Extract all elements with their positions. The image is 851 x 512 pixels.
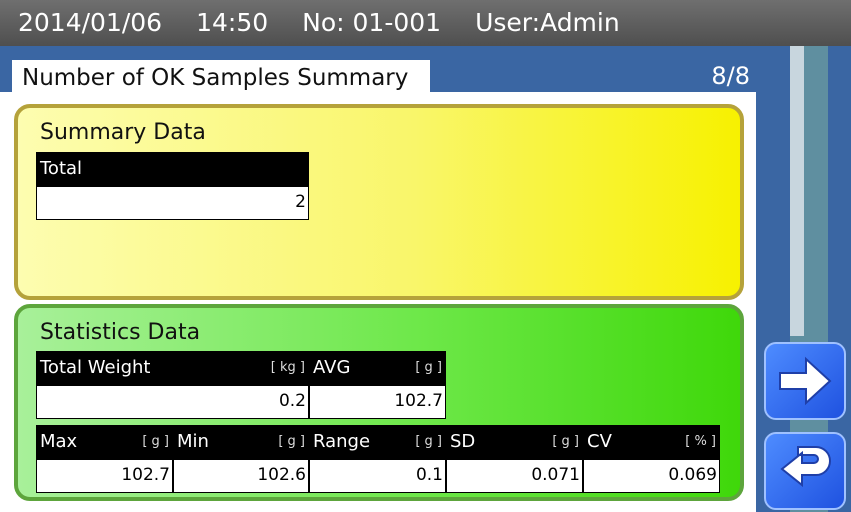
min-value: 102.6 xyxy=(173,459,309,493)
statistics-title: Statistics Data xyxy=(40,320,201,345)
avg-header: AVG [ g ] xyxy=(309,351,446,385)
statistics-panel: Statistics Data Total Weight [ kg ] AVG … xyxy=(14,304,744,501)
min-label: Min xyxy=(177,431,209,452)
summary-panel: Summary Data Total 2 xyxy=(14,104,744,300)
min-header: Min [ g ] xyxy=(173,425,309,459)
total-weight-unit: [ kg ] xyxy=(270,360,305,375)
page-title: Number of OK Samples Summary xyxy=(12,60,430,96)
max-unit: [ g ] xyxy=(142,434,169,449)
record-number: No: 01-001 xyxy=(302,8,442,37)
total-label: Total xyxy=(40,158,83,179)
max-header: Max [ g ] xyxy=(36,425,173,459)
max-label: Max xyxy=(40,431,78,452)
total-header: Total xyxy=(36,152,309,186)
range-header: Range [ g ] xyxy=(309,425,446,459)
status-bar: 2014/01/06 14:50 No: 01-001 User:Admin xyxy=(0,0,851,46)
time-text: 14:50 xyxy=(196,8,269,37)
min-unit: [ g ] xyxy=(278,434,305,449)
total-weight-value: 0.2 xyxy=(36,385,309,419)
range-value: 0.1 xyxy=(309,459,446,493)
total-weight-label: Total Weight xyxy=(40,357,151,378)
arrow-right-icon xyxy=(779,356,832,406)
sd-value: 0.071 xyxy=(446,459,583,493)
range-label: Range xyxy=(313,431,371,452)
summary-title: Summary Data xyxy=(40,120,206,145)
cv-value: 0.069 xyxy=(583,459,720,493)
sd-header: SD [ g ] xyxy=(446,425,583,459)
cv-label: CV xyxy=(587,431,612,452)
user-text: User:Admin xyxy=(475,8,620,37)
scrollbar-thumb[interactable] xyxy=(790,46,804,336)
cv-unit: [ % ] xyxy=(685,434,716,449)
sd-unit: [ g ] xyxy=(552,434,579,449)
max-value: 102.7 xyxy=(36,459,173,493)
avg-value: 102.7 xyxy=(309,385,446,419)
avg-unit: [ g ] xyxy=(415,360,442,375)
return-icon xyxy=(780,446,831,488)
return-button[interactable] xyxy=(764,432,846,510)
cv-header: CV [ % ] xyxy=(583,425,720,459)
sd-label: SD xyxy=(450,431,476,452)
total-value: 2 xyxy=(36,186,309,220)
range-unit: [ g ] xyxy=(415,434,442,449)
date-text: 2014/01/06 xyxy=(18,8,163,37)
total-weight-header: Total Weight [ kg ] xyxy=(36,351,309,385)
next-page-button[interactable] xyxy=(764,342,846,420)
avg-label: AVG xyxy=(313,357,351,378)
page-indicator: 8/8 xyxy=(711,62,750,90)
